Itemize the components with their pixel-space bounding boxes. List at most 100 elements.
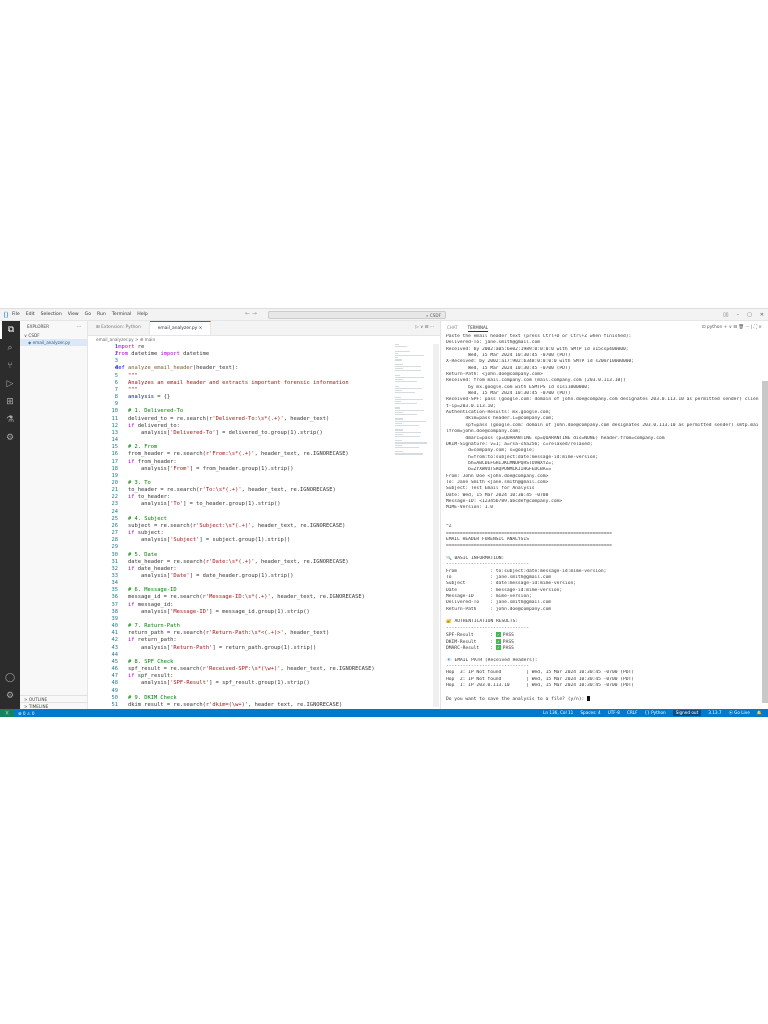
line-number: 4 [114, 365, 118, 372]
code-token: if [115, 601, 135, 608]
code-editor[interactable]: 1 import re 2 from datetime import datetime… [88, 344, 393, 707]
problems-indicator[interactable]: ⊗ 0 ⚠ 0 [18, 711, 35, 716]
tab-extension-python[interactable]: ⊞ Extension: Python [88, 321, 150, 335]
terminal-text: Wed, 15 Mar 2024 10:30:45 -0700 (PDT) [446, 391, 571, 397]
code-line: 1 import re [88, 344, 393, 351]
code-token: , header_text, re.IGNORECASE) [254, 558, 349, 565]
tab-chat[interactable]: CHAT [447, 325, 458, 332]
menu-run[interactable]: Run [97, 312, 106, 317]
code-token: to_header = re.search( [115, 487, 200, 494]
menu-view[interactable]: View [68, 312, 79, 317]
terminal-text: X-Received: by 2002:a17:902:b348:0:0:0:0… [446, 359, 635, 365]
more-actions-button[interactable]: ··· [77, 324, 81, 331]
line-number: 34 [111, 580, 119, 587]
terminal-text: Delivered-To : jane.smith@gmail.com [446, 600, 552, 606]
code-line: 43 analysis['Return-Path'] = return_path… [88, 645, 393, 652]
code-line: 13 analysis['Delivered-To'] = delivered_… [88, 430, 393, 437]
remote-indicator[interactable]: ⟩⟨ [0, 709, 14, 717]
line-number: 13 [111, 429, 119, 436]
code-token: 'Message-ID' [170, 608, 210, 615]
menu-selection[interactable]: Selection [41, 312, 62, 317]
command-center-search[interactable]: ⌕ CSDF [268, 311, 446, 319]
code-text: analysis['SPF-Result'] = spf_result.grou… [115, 680, 310, 687]
terminal-text: DKIM-Result : [446, 639, 496, 645]
terminal-text: SPF-Result : [446, 633, 496, 639]
code-text: delivered_to = re.search(r'Delivered-To:… [115, 416, 329, 423]
line-number: 41 [111, 630, 119, 637]
terminal-scrollbar[interactable] [762, 381, 768, 703]
code-text: if subject: [115, 530, 164, 537]
search-icon[interactable]: ⌕ [0, 339, 20, 357]
terminal-text: Delivered-To: jane.smith@gmail.com [446, 340, 541, 346]
run-debug-icon[interactable]: ▷ [0, 375, 20, 393]
source-control-icon[interactable]: ⑂ [0, 357, 20, 375]
status-item[interactable]: 3.13.7 [708, 710, 721, 716]
settings-gear-icon[interactable]: ⚙ [0, 687, 20, 705]
tab-email-analyzer[interactable]: email_analyzer.py × [149, 321, 212, 335]
terminal-text: Do you want to save the analysis to a fi… [446, 696, 588, 702]
code-token: # 1. Delivered-To [115, 408, 184, 415]
terminal-text: Message-ID: <123456789.abcdef@company.co… [446, 498, 563, 504]
minimize-button[interactable]: – [737, 309, 740, 321]
minimap[interactable] [395, 344, 430, 474]
code-token: import [160, 351, 180, 358]
file-email-analyzer[interactable]: ◆ email_analyzer.py [20, 339, 87, 346]
code-token: if [115, 673, 135, 680]
code-token: to_header: [134, 494, 171, 501]
menu-file[interactable]: File [12, 312, 20, 317]
code-token: from [115, 351, 128, 358]
status-item[interactable]: Ln 136, Col 11 [543, 710, 573, 716]
line-number: 1 [114, 344, 118, 350]
status-item[interactable]: 🔔 [757, 710, 762, 716]
status-item[interactable]: Spaces: 4 [580, 710, 600, 716]
code-text: from datetime import datetime [115, 351, 209, 358]
remote-icon[interactable]: ⚙ [0, 429, 20, 447]
editor-scrollbar[interactable] [433, 344, 439, 707]
code-token: 'Subject' [170, 537, 200, 544]
menu-help[interactable]: Help [137, 312, 147, 317]
nav-arrows[interactable]: ← → [245, 310, 257, 317]
testing-icon[interactable]: ⚗ [0, 411, 20, 429]
explorer-icon[interactable]: ⧉ [0, 321, 20, 339]
pass-label: PASS [502, 645, 514, 651]
line-number: 8 [114, 394, 118, 401]
timeline-section[interactable]: > TIMELINE [20, 702, 88, 709]
terminal-text: ------------------------------ [446, 663, 529, 669]
code-token: if [115, 565, 135, 572]
editor-actions[interactable]: ▷ ∨ ⊟ ··· [409, 321, 440, 335]
breadcrumb[interactable]: email_analyzer.py > ⊕ main [96, 337, 155, 342]
code-token: analyze_email_header [128, 365, 193, 372]
code-token: r'To:\s*(.+)' [199, 487, 242, 494]
code-token: datetime [127, 351, 161, 358]
close-button[interactable]: ✕ [760, 309, 764, 321]
status-item[interactable]: {} Python [644, 710, 665, 716]
line-number: 23 [111, 501, 119, 508]
terminal-actions[interactable]: ⊡ python + ∨ ⊟ 🗑 ··· | ⛶ × [702, 324, 762, 330]
line-number: 51 [111, 701, 119, 707]
menu-terminal[interactable]: Terminal [112, 312, 131, 317]
account-icon[interactable]: ◯ [0, 669, 20, 687]
code-token: r'dkim=(\w+)' [205, 701, 249, 707]
code-text: analysis['Message-ID'] = message_id.grou… [115, 609, 310, 616]
layout-icon[interactable]: ▯▯ [723, 309, 729, 321]
status-item[interactable]: Signed out [672, 710, 702, 716]
code-token: if [115, 494, 135, 501]
status-item[interactable]: UTF-8 [608, 710, 620, 716]
line-number: 11 [111, 415, 119, 422]
status-item[interactable]: CRLF [627, 710, 638, 716]
code-token: 'Delivered-To' [170, 429, 216, 436]
tab-terminal[interactable]: TERMINAL [467, 325, 489, 332]
code-token: delivered_to = re.search( [115, 415, 210, 422]
terminal-output[interactable]: Paste the email header text (press Ctrl+… [446, 334, 762, 702]
status-item[interactable]: ⦿ Go Live [729, 710, 750, 716]
terminal-text: Wed, 15 Mar 2024 10:30:45 -0700 (PDT) [446, 353, 571, 359]
menu-go[interactable]: Go [85, 312, 91, 317]
folder-csdf[interactable]: ∨ CSDF [20, 331, 87, 338]
code-token: # 5. Date [115, 551, 158, 558]
line-number: 25 [111, 515, 119, 522]
extensions-icon[interactable]: ⊞ [0, 393, 20, 411]
menu-edit[interactable]: Edit [26, 312, 35, 317]
outline-section[interactable]: > OUTLINE [20, 695, 88, 702]
maximize-button[interactable]: ▢ [747, 309, 752, 321]
code-token: 'SPF-Result' [170, 680, 210, 687]
